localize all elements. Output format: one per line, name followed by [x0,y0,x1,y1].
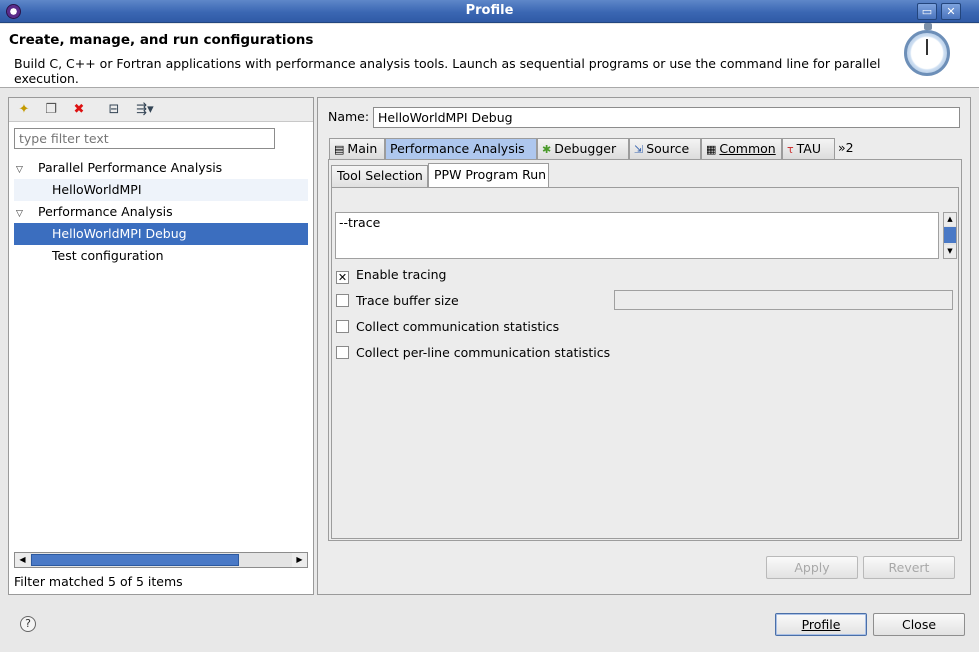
tab-tau[interactable]: τ TAU [782,138,835,159]
close-button[interactable]: Close [873,613,965,636]
tree-item-helloworldmpi-debug[interactable]: HelloWorldMPI Debug [14,223,308,245]
delete-icon[interactable]: ✖ [70,101,88,119]
stopwatch-icon [904,23,950,76]
enable-tracing-checkbox[interactable]: ✕ Enable tracing [336,266,446,284]
tab-main[interactable]: ▤ Main [329,138,385,159]
scroll-thumb[interactable] [31,554,239,566]
tab-source[interactable]: ⇲ Source [629,138,701,159]
checkbox-box[interactable] [336,294,349,307]
tab-debugger[interactable]: ✱ Debugger [537,138,629,159]
apply-button[interactable]: Apply [766,556,858,579]
collect-communication-statistics-checkbox[interactable]: Collect communication statistics [336,318,559,336]
filter-status: Filter matched 5 of 5 items [14,574,183,589]
tab-content: Tool Selection PPW Program Run --trace ▲… [328,159,962,541]
horizontal-scrollbar[interactable]: ◀ ▶ [14,552,308,568]
source-icon: ⇲ [634,143,644,156]
maximize-button[interactable]: ▭ [917,3,937,20]
tau-icon: τ [787,143,794,156]
subtab-ppw-program-run[interactable]: PPW Program Run [428,163,549,187]
profile-button[interactable]: Profile [775,613,867,636]
tree-item-helloworldmpi[interactable]: HelloWorldMPI [14,179,308,201]
config-tree[interactable]: ▽ Parallel Performance Analysis HelloWor… [14,157,308,267]
expand-triangle-icon[interactable]: ▽ [16,203,28,225]
dialog-header: Create, manage, and run configurations B… [0,24,979,88]
scroll-right-icon[interactable]: ▶ [292,553,307,567]
collapse-all-icon[interactable]: ⊟ [105,101,123,119]
filter-icon[interactable]: ⇶▾ [131,101,159,119]
help-icon[interactable]: ? [20,616,36,632]
scroll-left-icon[interactable]: ◀ [15,553,30,567]
checkmark-icon[interactable]: ✕ [336,271,349,284]
new-config-icon[interactable]: ✦ [15,101,33,119]
expand-triangle-icon[interactable]: ▽ [16,159,28,181]
revert-button[interactable]: Revert [863,556,955,579]
page-icon: ▤ [334,143,345,156]
title-bar[interactable]: Profile ▭ ✕ [0,0,979,23]
tree-item-test-configuration[interactable]: Test configuration [14,245,308,267]
name-label: Name: [328,109,370,124]
trace-buffer-size-checkbox[interactable]: Trace buffer size [336,292,459,310]
scroll-up-icon[interactable]: ▲ [944,213,956,226]
trace-buffer-size-input[interactable] [614,290,953,310]
config-toolbar: ✦ ❐ ✖ ⊟ ⇶▾ [9,98,313,122]
vertical-scrollbar[interactable]: ▲ ▼ [943,212,957,259]
subtab-content: --trace ▲ ▼ ✕ Enable tracing Trace buffer… [331,187,959,539]
tree-item-performance-analysis[interactable]: ▽ Performance Analysis [14,201,308,223]
collect-per-line-communication-statistics-checkbox[interactable]: Collect per-line communication statistic… [336,344,610,362]
tab-performance-analysis[interactable]: Performance Analysis [385,138,537,159]
header-title: Create, manage, and run configurations [9,32,314,48]
tab-common[interactable]: ▦ Common [701,138,782,159]
close-window-button[interactable]: ✕ [941,3,961,20]
configuration-list-panel: ✦ ❐ ✖ ⊟ ⇶▾ ▽ Parallel Performance Analys… [8,97,314,595]
header-description: Build C, C++ or Fortran applications wit… [14,56,881,86]
bug-icon: ✱ [542,143,552,156]
duplicate-icon[interactable]: ❐ [42,101,60,119]
tab-overflow-button[interactable]: »2 [838,140,854,155]
subtab-tool-selection[interactable]: Tool Selection [331,165,428,187]
program-arguments-textarea[interactable]: --trace [335,212,939,259]
checkbox-box[interactable] [336,320,349,333]
scroll-down-icon[interactable]: ▼ [944,245,956,258]
filter-input[interactable] [14,128,275,149]
checkbox-box[interactable] [336,346,349,359]
scroll-thumb[interactable] [944,227,956,243]
window-title: Profile [465,3,514,18]
name-input[interactable]: HelloWorldMPI Debug [373,107,960,128]
common-icon: ▦ [706,143,717,156]
configuration-editor: Name: HelloWorldMPI Debug ▤ Main Performa… [317,97,971,595]
tree-item-parallel-performance-analysis[interactable]: ▽ Parallel Performance Analysis [14,157,308,179]
